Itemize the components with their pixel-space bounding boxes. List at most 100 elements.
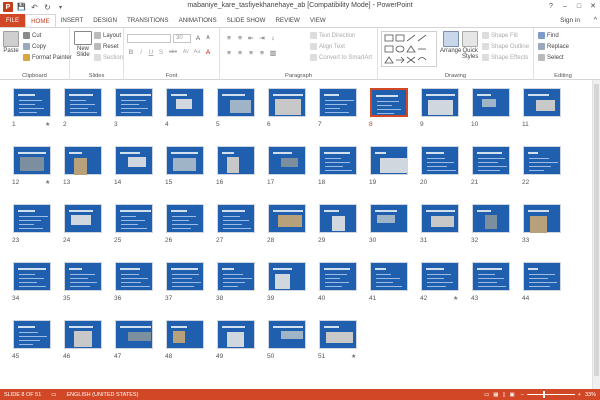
redo-icon[interactable]: ↻ [42, 2, 53, 13]
slide-thumbnail[interactable] [115, 320, 153, 349]
shrink-font-icon[interactable]: A [204, 34, 212, 42]
convert-smartart-button[interactable]: Convert to SmartArt [310, 54, 372, 61]
tab-design[interactable]: DESIGN [88, 14, 122, 27]
shape-fill-button[interactable]: Shape Fill [482, 32, 518, 39]
view-reading-icon[interactable]: ▯ [502, 392, 505, 398]
scrollbar-thumb[interactable] [594, 84, 599, 376]
tab-transitions[interactable]: TRANSITIONS [122, 14, 174, 27]
slide-thumbnail[interactable] [115, 146, 153, 175]
view-normal-icon[interactable]: ▭ [484, 392, 489, 398]
slide-thumbnail[interactable] [268, 146, 306, 175]
slide-thumbnail[interactable] [523, 146, 561, 175]
view-slideshow-icon[interactable]: ▣ [510, 392, 515, 398]
select-button[interactable]: Select [538, 54, 564, 61]
tab-insert[interactable]: INSERT [56, 14, 89, 27]
underline-button[interactable]: U [147, 48, 155, 56]
font-size-box[interactable]: 30 [173, 34, 191, 43]
slide-thumbnail[interactable] [369, 87, 409, 118]
slide-thumbnail[interactable] [217, 320, 255, 349]
slide-thumbnail[interactable] [64, 204, 102, 233]
collapse-ribbon-icon[interactable]: ^ [594, 17, 597, 24]
tab-home[interactable]: HOME [25, 14, 56, 27]
quick-styles-button[interactable]: Quick Styles [462, 31, 478, 60]
line-spacing-icon[interactable]: ↕ [269, 34, 277, 42]
new-slide-button[interactable]: New Slide [74, 31, 92, 58]
align-center-icon[interactable]: ≡ [236, 49, 244, 57]
shape-outline-button[interactable]: Shape Outline [482, 43, 529, 50]
zoom-level[interactable]: 33% [585, 392, 596, 398]
slide-thumbnail[interactable] [472, 204, 510, 233]
slide-thumbnail[interactable] [268, 320, 306, 349]
replace-button[interactable]: Replace [538, 43, 569, 50]
font-name-box[interactable] [127, 34, 171, 43]
numbering-icon[interactable]: ≡ [236, 34, 244, 42]
slide-thumbnail[interactable] [115, 262, 153, 291]
format-painter-button[interactable]: Format Painter [23, 54, 72, 61]
save-icon[interactable]: 💾 [16, 2, 27, 13]
slide-thumbnail[interactable] [217, 204, 255, 233]
sign-in-link[interactable]: Sign in [560, 17, 580, 24]
animation-star-icon[interactable]: ★ [453, 295, 458, 302]
slide-thumbnail[interactable] [115, 88, 153, 117]
slide-thumbnail[interactable] [472, 146, 510, 175]
zoom-out-button[interactable]: – [521, 392, 524, 398]
animation-star-icon[interactable]: ★ [45, 179, 50, 186]
vertical-scrollbar[interactable] [592, 80, 600, 389]
slide-thumbnail[interactable] [319, 146, 357, 175]
shapes-gallery[interactable] [381, 31, 437, 67]
columns-icon[interactable]: ▥ [269, 49, 277, 57]
slide-thumbnail[interactable] [268, 204, 306, 233]
align-text-button[interactable]: Align Text [310, 43, 345, 50]
copy-button[interactable]: Copy [23, 43, 46, 50]
slide-thumbnail[interactable] [472, 88, 510, 117]
slide-thumbnail[interactable] [319, 320, 357, 349]
tab-review[interactable]: REVIEW [270, 14, 304, 27]
shadow-button[interactable]: S [157, 48, 165, 56]
minimize-button[interactable]: – [558, 0, 572, 12]
paste-button[interactable]: Paste [3, 31, 19, 54]
slide-thumbnail[interactable] [166, 204, 204, 233]
tab-animations[interactable]: ANIMATIONS [174, 14, 222, 27]
slide-thumbnail[interactable] [13, 146, 51, 175]
slide-thumbnail[interactable] [166, 88, 204, 117]
slide-thumbnail[interactable] [421, 146, 459, 175]
slide-thumbnail[interactable] [64, 320, 102, 349]
slide-thumbnail[interactable] [217, 146, 255, 175]
bold-button[interactable]: B [127, 48, 135, 56]
help-icon[interactable]: ? [544, 0, 558, 12]
align-right-icon[interactable]: ≡ [247, 49, 255, 57]
slide-thumbnail[interactable] [523, 262, 561, 291]
align-left-icon[interactable]: ≡ [225, 49, 233, 57]
close-button[interactable]: ✕ [586, 0, 600, 12]
text-direction-button[interactable]: Text Direction [310, 32, 355, 39]
section-button[interactable]: Section [94, 54, 123, 61]
italic-button[interactable]: I [137, 48, 145, 56]
zoom-in-button[interactable]: + [578, 392, 581, 398]
slide-thumbnail[interactable] [13, 204, 51, 233]
powerpoint-app-icon[interactable]: P [3, 2, 13, 12]
maximize-button[interactable]: □ [572, 0, 586, 12]
reset-button[interactable]: Reset [94, 43, 119, 50]
slide-thumbnail[interactable] [268, 262, 306, 291]
language-indicator[interactable]: ENGLISH (UNITED STATES) [67, 392, 139, 398]
slide-thumbnail[interactable] [319, 204, 357, 233]
slide-thumbnail[interactable] [370, 204, 408, 233]
slide-thumbnail[interactable] [421, 262, 459, 291]
slide-thumbnail[interactable] [421, 88, 459, 117]
tab-view[interactable]: VIEW [305, 14, 331, 27]
arrange-button[interactable]: Arrange [440, 31, 461, 54]
zoom-slider-thumb[interactable] [542, 391, 545, 398]
customize-qat-icon[interactable]: ▾ [55, 2, 66, 13]
slide-thumbnail[interactable] [64, 146, 102, 175]
slide-thumbnail[interactable] [13, 320, 51, 349]
slide-thumbnail[interactable] [115, 204, 153, 233]
slide-thumbnail[interactable] [421, 204, 459, 233]
slide-thumbnail[interactable] [13, 262, 51, 291]
find-button[interactable]: Find [538, 32, 559, 39]
animation-star-icon[interactable]: ★ [45, 121, 50, 128]
slide-thumbnail[interactable] [64, 262, 102, 291]
grow-font-icon[interactable]: A [194, 34, 202, 42]
strikethrough-button[interactable]: abc [167, 48, 179, 56]
bullets-icon[interactable]: ≡ [225, 34, 233, 42]
slide-thumbnail[interactable] [166, 146, 204, 175]
